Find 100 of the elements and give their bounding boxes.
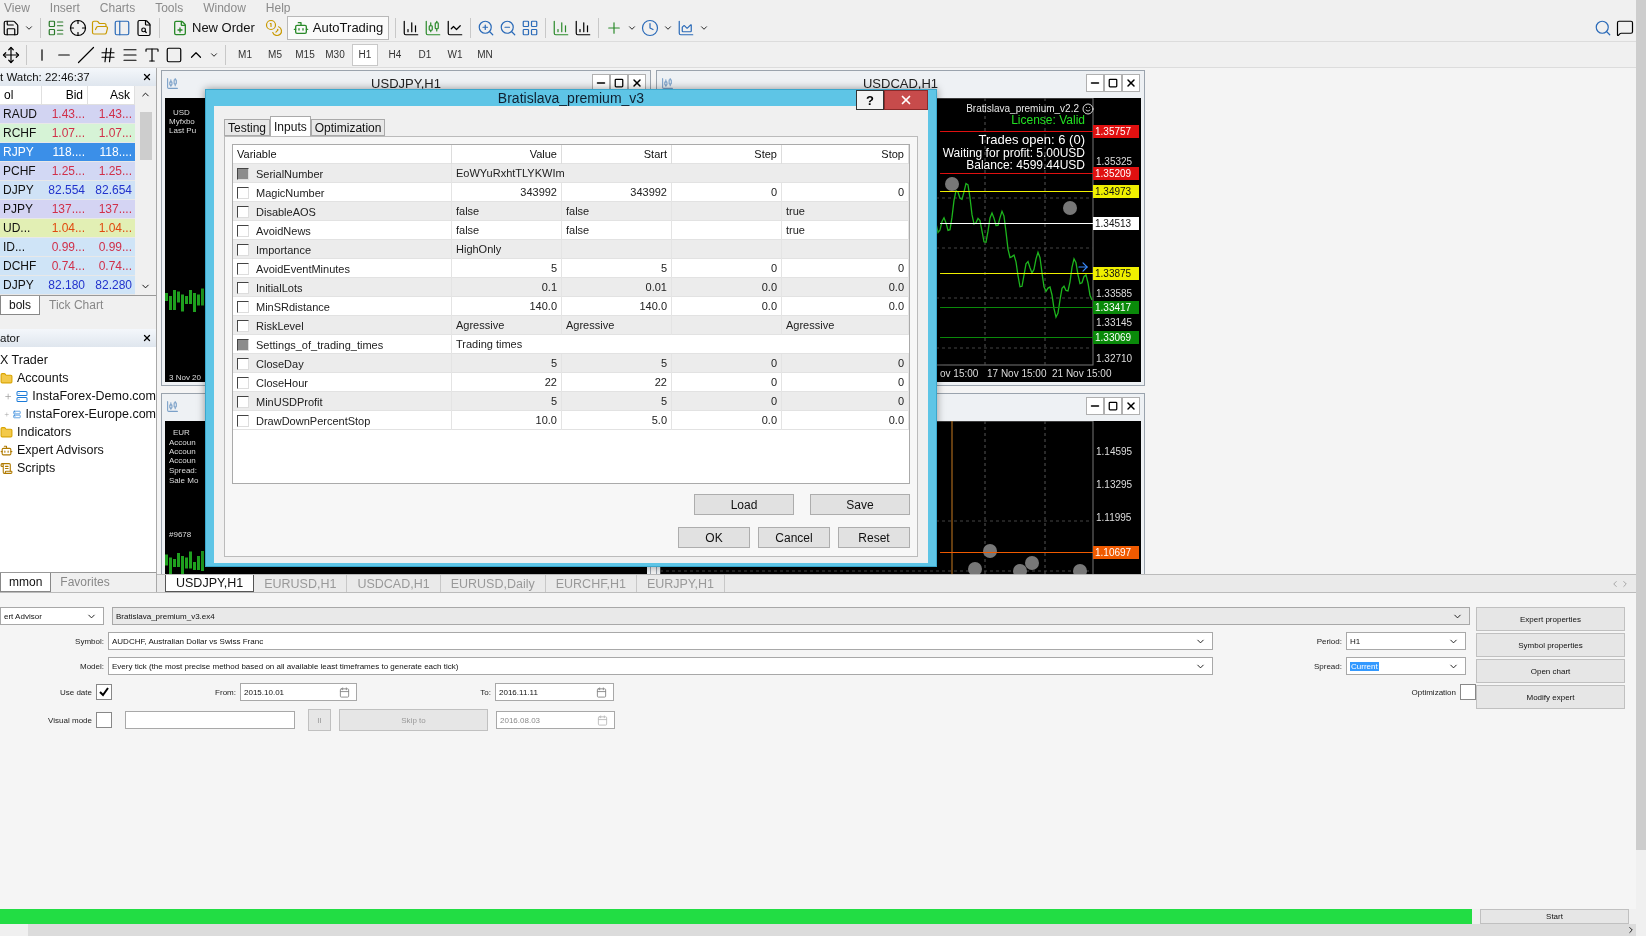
chart-label: Accoun: [169, 457, 196, 465]
period-select[interactable]: H1: [1346, 632, 1466, 650]
period-button[interactable]: M30: [322, 43, 348, 66]
period-button[interactable]: W1: [442, 43, 468, 66]
tree-item[interactable]: X Trader: [0, 353, 48, 367]
table-cell: 10.0: [452, 411, 562, 430]
price-label: 1.13295: [1096, 480, 1133, 490]
side-button[interactable]: Symbol properties: [1476, 633, 1625, 657]
period-button[interactable]: D1: [412, 43, 438, 66]
period-button[interactable]: M15: [292, 43, 318, 66]
field-label: Spread:: [1312, 661, 1343, 671]
chart-overlay-text: Waiting for profit: 5.00USD: [942, 147, 1085, 159]
date-field[interactable]: 2016.11.11: [495, 683, 614, 701]
variable-name: InitialLots: [256, 281, 303, 294]
field-label: To:: [479, 687, 492, 697]
chart-label: USD: [173, 109, 190, 117]
tree-item[interactable]: InstaForex-Demo.com: [32, 389, 156, 403]
dialog-button[interactable]: Cancel: [758, 527, 830, 548]
variable-name: MagicNumber: [256, 186, 325, 199]
period-button[interactable]: H1: [352, 43, 378, 66]
chart-label: Spread:: [169, 467, 198, 475]
ask-cell: 118....: [88, 143, 135, 162]
autotrading-button[interactable]: AutoTrading: [286, 15, 390, 40]
price-label: 1.14595: [1096, 447, 1133, 457]
dialog-tab[interactable]: Optimization: [310, 119, 386, 136]
expert-select[interactable]: Bratislava_premium_v3.ex4: [112, 607, 1470, 625]
variable-name: RiskLevel: [256, 319, 304, 332]
dialog-button[interactable]: Reset: [838, 527, 910, 548]
date-label: 17 Nov 15:00: [987, 369, 1047, 379]
date-label: 21 Nov 15:00: [1052, 369, 1112, 379]
tree-item[interactable]: Accounts: [17, 371, 69, 385]
symbol-select[interactable]: AUDCHF, Australian Dollar vs Swiss Franc: [108, 632, 1213, 650]
tree-item[interactable]: Expert Advisors: [17, 443, 104, 457]
price-tag: 1.33069: [1093, 331, 1139, 344]
new-order-button[interactable]: New Order: [166, 15, 261, 40]
dialog-tab[interactable]: Inputs: [270, 116, 311, 136]
field-label: Period:: [1315, 636, 1343, 646]
side-button[interactable]: Open chart: [1476, 659, 1625, 683]
variable-name: Importance: [256, 243, 312, 256]
price-tag: 1.35209: [1093, 167, 1139, 180]
side-button[interactable]: Modify expert: [1476, 685, 1625, 709]
field-label: Symbol:: [74, 636, 105, 646]
period-button[interactable]: H4: [382, 43, 408, 66]
table-cell-text: Trading times: [455, 337, 524, 352]
symbol-cell[interactable]: RAUD: [0, 105, 42, 124]
chart-label: Accoun: [169, 448, 196, 456]
price-tag: 1.34513: [1093, 217, 1139, 230]
price-label: 1.35325: [1096, 157, 1133, 167]
chart-label: #9678: [169, 531, 192, 539]
chart-tab[interactable]: USDJPY,H1: [165, 575, 255, 592]
symbol-cell[interactable]: PJPY: [0, 200, 42, 219]
period-button[interactable]: MN: [472, 43, 498, 66]
variable-name: AvoidNews: [256, 224, 311, 237]
period-button[interactable]: M1: [232, 43, 258, 66]
panel-tab[interactable]: mmon: [0, 573, 52, 592]
symbol-cell[interactable]: DJPY: [0, 276, 42, 295]
field-label: From:: [214, 687, 237, 697]
chart-label: 3 Nov 20: [169, 374, 202, 382]
tree-item[interactable]: Scripts: [17, 461, 56, 475]
symbol-cell[interactable]: DJPY: [0, 181, 42, 200]
variable-name: AvoidEventMinutes: [256, 262, 350, 275]
variable-name: DrawDownPercentStop: [256, 414, 371, 427]
variable-name: MinSRdistance: [256, 300, 330, 313]
side-button[interactable]: Expert properties: [1476, 607, 1625, 631]
field-label: Model:: [79, 661, 105, 671]
symbol-cell[interactable]: ID...: [0, 238, 42, 257]
chart-overlay-text: Bratislava_premium_v2.2: [966, 104, 1079, 114]
symbol-cell[interactable]: PCHF: [0, 162, 42, 181]
panel-title: t Watch: 22:46:37: [0, 71, 90, 83]
period-button[interactable]: M5: [262, 43, 288, 66]
ask-cell: 82.654: [88, 181, 135, 200]
tree-item[interactable]: Indicators: [17, 425, 72, 439]
window-title: USDJPY,H1: [371, 75, 441, 91]
bid-cell: 0.99...: [42, 238, 88, 257]
symbol-cell[interactable]: DCHF: [0, 257, 42, 276]
symbol-cell[interactable]: UD...: [0, 219, 42, 238]
help-button[interactable]: ?: [856, 90, 884, 110]
dialog-button[interactable]: Load: [694, 494, 794, 515]
panel-tab[interactable]: bols: [0, 296, 40, 315]
price-label: 1.32710: [1096, 354, 1133, 364]
tree-item[interactable]: InstaForex-Europe.com: [25, 407, 156, 421]
start-button[interactable]: Start: [1480, 909, 1629, 924]
expert-type-select[interactable]: ert Advisor: [0, 607, 104, 625]
variable-name: CloseHour: [256, 376, 308, 389]
ask-cell: 1.04...: [88, 219, 135, 238]
ask-cell: 0.99...: [88, 238, 135, 257]
price-label: 1.33585: [1096, 289, 1133, 299]
dialog-button[interactable]: Save: [810, 494, 910, 515]
bid-cell: 1.04...: [42, 219, 88, 238]
model-select[interactable]: Every tick (the most precise method based on all available least timeframes to generate each tick): [108, 657, 1213, 675]
symbol-cell[interactable]: RCHF: [0, 124, 42, 143]
date-field[interactable]: 2015.10.01: [240, 683, 357, 701]
chart-label: EUR: [173, 429, 190, 437]
chart-overlay-text: Balance: 4599.44USD: [966, 159, 1085, 171]
ask-cell: 1.43...: [88, 105, 135, 124]
ask-cell: 137....: [88, 200, 135, 219]
dialog-button[interactable]: OK: [678, 527, 750, 548]
table-cell: 0.0: [672, 411, 782, 430]
bid-cell: 137....: [42, 200, 88, 219]
dialog-tab[interactable]: Testing: [224, 119, 271, 136]
